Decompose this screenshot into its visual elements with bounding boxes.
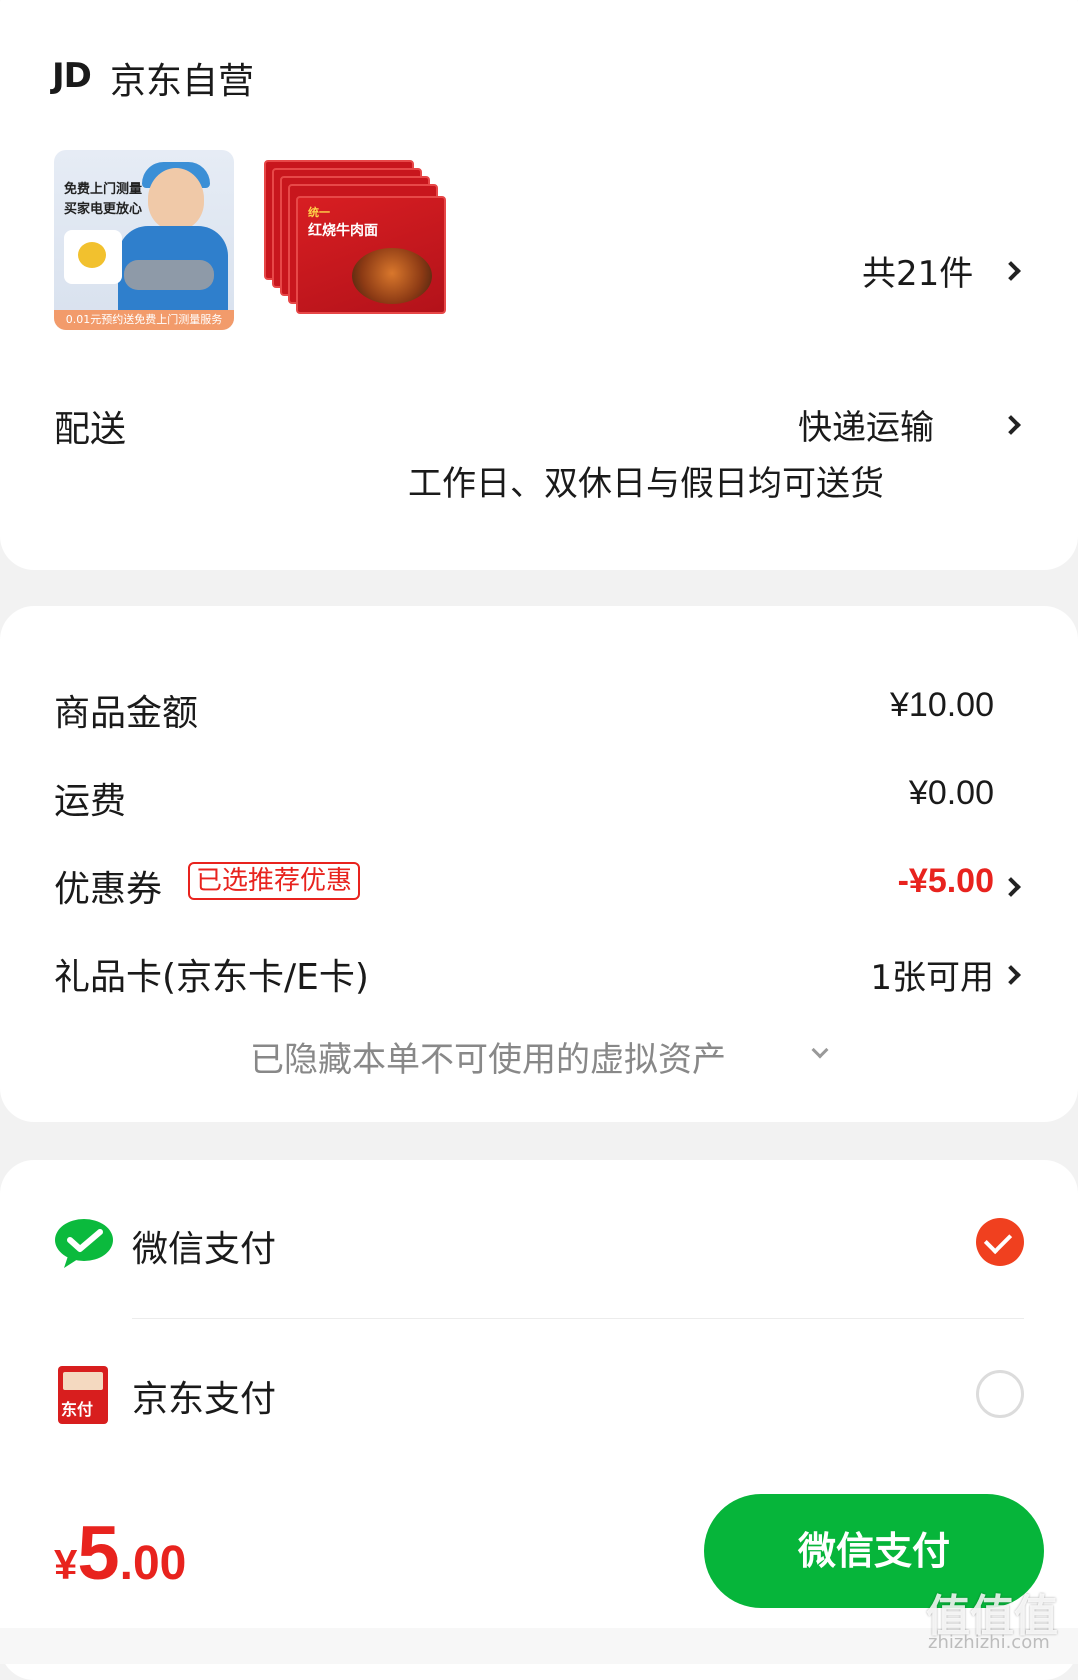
promo-line-1: 免费上门测量: [64, 182, 143, 197]
promo-band: 0.01元预约送免费上门测量服务: [54, 310, 234, 330]
divider: [132, 1318, 1024, 1319]
chevron-down-icon[interactable]: [811, 1041, 829, 1059]
jd-pay-radio[interactable]: [976, 1370, 1024, 1418]
total-currency: ¥: [54, 1541, 78, 1588]
noodle-brand: 统一: [308, 206, 330, 219]
delivery-label: 配送: [54, 409, 127, 450]
coupon-tag: 已选推荐优惠: [188, 862, 361, 900]
gift-card-value[interactable]: 1张可用: [870, 950, 994, 999]
coupon-value[interactable]: -¥5.00: [898, 862, 994, 901]
goods-amount-label: 商品金额: [54, 693, 199, 734]
chevron-right-icon[interactable]: [1001, 965, 1021, 985]
wechat-pay-label[interactable]: 微信支付: [132, 1220, 276, 1272]
wechat-pay-selected-check[interactable]: [976, 1218, 1024, 1266]
person-graphic: [148, 168, 204, 230]
hidden-assets-toggle[interactable]: 已隐藏本单不可使用的虚拟资产: [250, 1032, 726, 1081]
wechat-pay-icon: [55, 1219, 113, 1268]
total-integer: 5: [77, 1511, 120, 1596]
chevron-right-icon[interactable]: [1001, 261, 1021, 281]
order-store-card: JD 京东自营 免费上门测量 买家电更放心 0.01元预约送免费上门测量服务 统…: [0, 0, 1078, 570]
gift-card-label: 礼品卡(京东卡/E卡): [54, 957, 369, 998]
delivery-note: 工作日、双休日与假日均可送货: [408, 464, 884, 504]
jd-pay-icon: 东付: [58, 1366, 108, 1424]
product-thumbnail[interactable]: 统一 红烧牛肉面: [264, 160, 446, 320]
chevron-right-icon[interactable]: [1001, 877, 1021, 897]
total-price: ¥5.00: [54, 1510, 186, 1597]
noodle-pack-front: 统一 红烧牛肉面: [296, 196, 446, 314]
shipping-value: ¥0.00: [908, 774, 994, 812]
delivery-method[interactable]: 快递运输: [798, 400, 934, 449]
jd-logo: JD: [52, 56, 92, 96]
shipping-label: 运费: [54, 781, 127, 822]
store-name: 京东自营: [110, 61, 255, 102]
jd-pay-label[interactable]: 京东支付: [132, 1370, 276, 1422]
noodle-name: 红烧牛肉面: [308, 223, 378, 239]
watermark-url: zhizhizhi.com: [928, 1632, 1050, 1653]
chevron-right-icon[interactable]: [1001, 415, 1021, 435]
coupon-label: 优惠券: [54, 869, 163, 910]
item-count[interactable]: 共21件: [862, 246, 973, 295]
coin-icon: [78, 242, 106, 268]
jd-pay-icon-text: 东付: [61, 1400, 94, 1419]
goods-amount-value: ¥10.00: [890, 686, 994, 724]
product-thumbnail[interactable]: 免费上门测量 买家电更放心 0.01元预约送免费上门测量服务: [54, 150, 234, 330]
promo-line-2: 买家电更放心: [64, 202, 143, 217]
noodle-bowl-graphic: [352, 248, 432, 304]
price-summary-card: 商品金额 ¥10.00 运费 ¥0.00 优惠券 已选推荐优惠 -¥5.00 礼…: [0, 606, 1078, 1122]
system-nav-bar: [0, 1628, 1078, 1664]
arm-graphic: [124, 260, 214, 290]
total-decimal: .00: [119, 1537, 187, 1590]
